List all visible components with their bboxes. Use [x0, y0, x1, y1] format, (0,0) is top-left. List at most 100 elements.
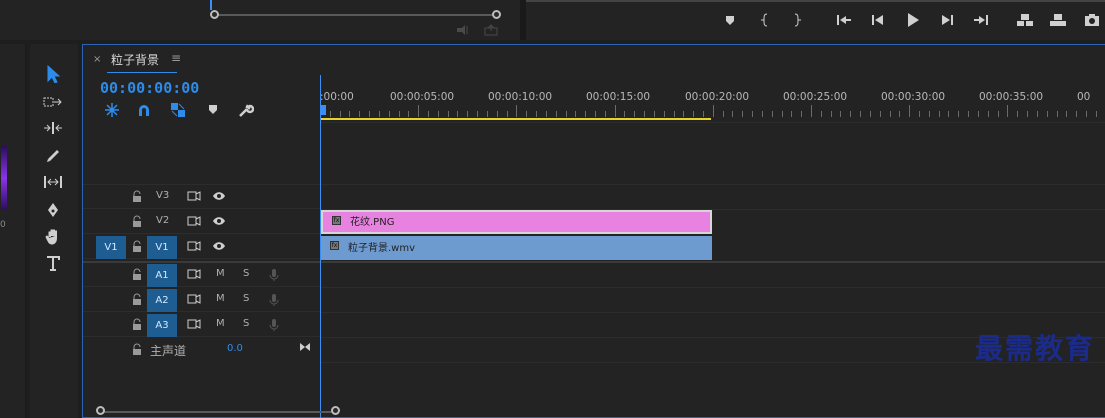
track-header-v2[interactable]: V2 [83, 210, 320, 234]
track-target-v1[interactable]: V1 [147, 236, 177, 259]
go-to-in-icon[interactable] [836, 13, 852, 27]
program-zoom-track[interactable] [526, 0, 1105, 2]
toggle-sync-icon[interactable] [187, 190, 201, 205]
clip-wmv[interactable]: fx 粒子背景.wmv [321, 236, 712, 260]
fx-badge: fx [332, 216, 341, 225]
program-monitor-panel [526, 0, 1105, 40]
solo-button[interactable]: S [243, 318, 249, 329]
track-header-a2[interactable]: A2 M S [83, 288, 320, 312]
step-back-icon[interactable] [871, 13, 885, 27]
track-header-a1[interactable]: A1 M S [83, 263, 320, 287]
timeline-zoom-track[interactable] [101, 411, 336, 413]
source-zoom-end-handle[interactable] [492, 10, 501, 19]
master-track-label: 主声道 [150, 344, 187, 358]
eye-icon[interactable] [212, 215, 226, 230]
step-forward-icon[interactable] [940, 13, 954, 27]
source-zoom-start-handle[interactable] [210, 10, 219, 19]
add-marker-icon[interactable] [204, 101, 222, 119]
type-tool-icon[interactable] [40, 252, 66, 274]
export-frame-icon[interactable] [484, 24, 498, 36]
ruler-label: 00 [1077, 91, 1091, 103]
playhead-handle[interactable] [320, 105, 326, 115]
toggle-sync-icon[interactable] [187, 293, 201, 308]
track-select-tool-icon[interactable] [40, 91, 66, 113]
track-target-a2[interactable]: A2 [147, 289, 177, 312]
lock-icon[interactable] [132, 190, 142, 205]
timeline-zoom-end-handle[interactable] [331, 406, 340, 415]
selection-tool-icon[interactable] [40, 63, 66, 85]
ruler-label: 00:00:15:00 [586, 91, 651, 103]
mic-icon[interactable] [269, 293, 279, 310]
lock-icon[interactable] [132, 343, 142, 358]
play-icon[interactable] [906, 12, 920, 28]
source-playhead [210, 0, 212, 10]
mic-icon[interactable] [269, 318, 279, 335]
master-keyframe-icon[interactable] [299, 341, 311, 356]
wrench-icon[interactable] [237, 101, 255, 119]
hand-tool-icon[interactable] [40, 225, 66, 247]
time-ruler[interactable]: :00:00 00:00:05:00 00:00:10:00 00:00:15:… [320, 77, 1105, 121]
solo-button[interactable]: S [243, 293, 249, 304]
ruler-ticks [320, 105, 1097, 117]
ruler-divider [320, 122, 1105, 123]
mute-button[interactable]: M [216, 268, 225, 279]
lock-icon[interactable] [132, 240, 142, 255]
project-panel-edge: 0 [0, 44, 26, 418]
nest-toggle-icon[interactable] [103, 101, 121, 119]
source-monitor-panel [0, 0, 520, 40]
lock-icon[interactable] [132, 215, 142, 230]
go-to-out-icon[interactable] [973, 13, 989, 27]
lock-icon[interactable] [132, 318, 142, 333]
snap-icon[interactable] [135, 101, 153, 119]
mark-in-icon[interactable] [760, 13, 770, 27]
track-target-a3[interactable]: A3 [147, 314, 177, 337]
track-header-v3[interactable]: V3 [83, 185, 320, 209]
master-volume-value[interactable]: 0.0 [227, 343, 243, 354]
sequence-tab-title[interactable]: 粒子背景 [111, 51, 159, 68]
linked-selection-icon[interactable] [169, 101, 187, 119]
toggle-sync-icon[interactable] [187, 240, 201, 255]
source-zoom-track[interactable] [213, 14, 498, 16]
solo-button[interactable]: S [243, 268, 249, 279]
track-header-a3[interactable]: A3 M S [83, 313, 320, 337]
close-tab-icon[interactable]: × [93, 54, 101, 65]
export-frame-camera-icon[interactable] [1084, 13, 1100, 27]
clip-png[interactable]: fx 花纹.PNG [321, 210, 712, 234]
toggle-sync-icon[interactable] [187, 268, 201, 283]
eye-icon[interactable] [212, 190, 226, 205]
playhead-timecode[interactable]: 00:00:00:00 [100, 79, 199, 97]
insert-audio-icon[interactable] [456, 24, 470, 36]
slip-tool-icon[interactable] [40, 171, 66, 193]
track-target-a1[interactable]: A1 [147, 264, 177, 287]
razor-tool-icon[interactable] [40, 144, 66, 166]
left-edge-text: 0 [0, 220, 6, 230]
pen-tool-icon[interactable] [40, 199, 66, 221]
ripple-edit-tool-icon[interactable] [40, 117, 66, 139]
lift-icon[interactable] [1016, 13, 1034, 27]
mute-button[interactable]: M [216, 293, 225, 304]
playhead-line[interactable] [320, 75, 321, 418]
track-header-v1[interactable]: V1 V1 [83, 235, 320, 259]
tools-panel [30, 44, 78, 418]
track-label[interactable]: V2 [156, 215, 169, 226]
source-patch-v1[interactable]: V1 [96, 236, 126, 259]
timeline-zoom-start-handle[interactable] [96, 406, 105, 415]
mic-icon[interactable] [269, 268, 279, 285]
ruler-label: :00:00 [320, 91, 354, 103]
track-header-master[interactable]: 主声道 0.0 [83, 338, 320, 362]
mute-button[interactable]: M [216, 318, 225, 329]
lock-icon[interactable] [132, 268, 142, 283]
add-marker-icon[interactable] [724, 14, 736, 26]
panel-menu-icon[interactable]: ≡ [171, 51, 181, 65]
lock-icon[interactable] [132, 293, 142, 308]
mark-out-icon[interactable] [792, 13, 802, 27]
toggle-sync-icon[interactable] [187, 215, 201, 230]
ruler-label: 00:00:35:00 [979, 91, 1044, 103]
eye-icon[interactable] [212, 240, 226, 255]
extract-icon[interactable] [1049, 13, 1067, 27]
work-area-bar[interactable] [320, 118, 711, 120]
timeline-panel: × 粒子背景 ≡ 00:00:00:00 :00:00 00:00:05:00 … [82, 44, 1105, 418]
toggle-sync-icon[interactable] [187, 318, 201, 333]
clip-name: 花纹.PNG [350, 217, 395, 228]
track-label[interactable]: V3 [156, 190, 169, 201]
